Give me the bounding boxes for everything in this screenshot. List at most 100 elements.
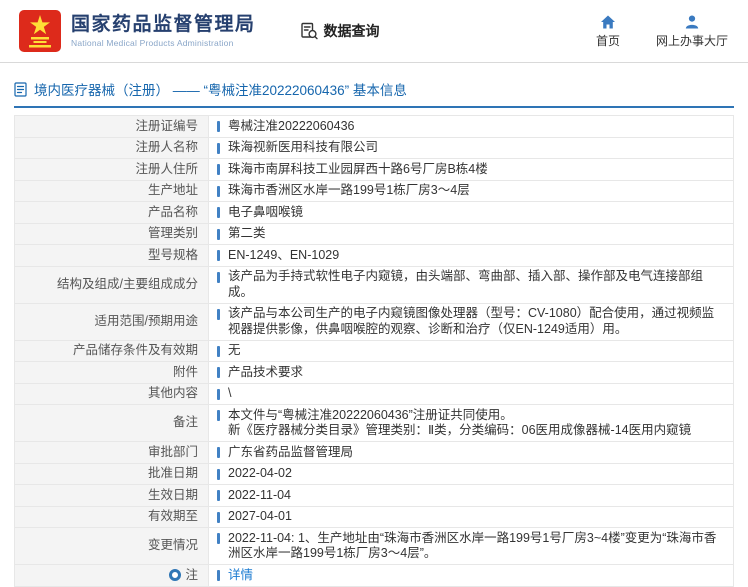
row-value: 详情 [209,565,733,586]
table-row: 有效期至 2027-04-01 [15,506,733,528]
table-row: 注册人住所 珠海市南屏科技工业园屏西十路6号厂房B栋4楼 [15,158,733,180]
table-row: 附件 产品技术要求 [15,361,733,383]
row-label-text: 生产地址 [148,183,198,199]
row-value-text: 珠海视新医用科技有限公司 [228,140,378,154]
table-row: 型号规格 EN-1249、EN-1029 [15,244,733,266]
row-label: 备注 [15,405,209,441]
row-label: 注册人住所 [15,159,209,180]
row-value-text: 广东省药品监督管理局 [228,445,353,459]
row-label-text: 适用范围/预期用途 [95,314,198,330]
data-query-menu[interactable]: 数据查询 [300,21,380,41]
row-label-text: 注册人名称 [135,140,198,156]
row-value-text: 粤械注准20222060436 [228,119,354,133]
row-label-text: 批准日期 [148,466,198,482]
row-value-text: \ [228,386,231,400]
nav-service-hall-label: 网上办事大厅 [656,32,728,49]
row-label: 结构及组成/主要组成成分 [15,267,209,303]
data-query-icon [300,22,318,40]
nav-home-label: 首页 [596,32,620,49]
row-value-text: 2027-04-01 [228,509,292,523]
home-icon [600,14,616,30]
row-value: EN-1249、EN-1029 [209,245,733,266]
row-value-text: 第二类 [228,226,266,240]
row-value: 珠海市南屏科技工业园屏西十路6号厂房B栋4楼 [209,159,733,180]
row-label-text: 型号规格 [148,248,198,264]
row-label-text: 管理类别 [148,226,198,242]
row-value: 该产品与本公司生产的电子内窥镜图像处理器（型号：CV-1080）配合使用，通过视… [209,304,733,340]
row-value-text: 产品技术要求 [228,365,303,379]
row-value: 本文件与“粤械注准20222060436”注册证共同使用。新《医疗器械分类目录》… [209,405,733,441]
row-value: 珠海视新医用科技有限公司 [209,138,733,159]
row-value-text: 珠海市南屏科技工业园屏西十路6号厂房B栋4楼 [228,162,488,176]
value-marker-icon [217,207,220,218]
page: 国家药品监督管理局 National Medical Products Admi… [0,0,748,572]
national-emblem-logo [18,9,62,53]
brand-text: 国家药品监督管理局 National Medical Products Admi… [71,14,256,48]
info-table: 注册证编号 粤械注准20222060436 注册人名称 珠海视新医用科技有限公司注册人… [14,115,734,587]
agency-subtitle: National Medical Products Administration [71,38,256,48]
row-label: 产品储存条件及有效期 [15,341,209,362]
row-label-text: 注册证编号 [135,119,198,135]
nav-service-hall[interactable]: 网上办事大厅 [656,14,728,49]
table-row: 管理类别 第二类 [15,223,733,245]
value-marker-icon [217,367,220,378]
row-value-text: 无 [228,343,241,357]
row-label: 注 [15,565,209,586]
nav-home[interactable]: 首页 [596,14,620,49]
row-value-text: 本文件与“粤械注准20222060436”注册证共同使用。 [228,408,513,422]
row-value: \ [209,384,733,405]
row-label: 有效期至 [15,507,209,528]
row-label: 管理类别 [15,224,209,245]
brand[interactable]: 国家药品监督管理局 National Medical Products Admi… [18,9,256,53]
row-value-text: 珠海市香洲区水岸一路199号1栋厂房3～4层 [228,183,470,197]
document-icon [14,82,27,97]
value-marker-icon [217,346,220,357]
row-value: 2022-11-04 [209,485,733,506]
site-header: 国家药品监督管理局 National Medical Products Admi… [0,0,748,62]
row-value-text: 2022-11-04 [228,488,291,502]
row-label: 注册证编号 [15,116,209,137]
value-marker-icon [217,186,220,197]
agency-title: 国家药品监督管理局 [71,14,256,36]
value-marker-icon [217,410,220,421]
table-row: 产品储存条件及有效期 无 [15,340,733,362]
table-row: 注 详情 [15,564,733,586]
row-value-text: 2022-04-02 [228,466,292,480]
person-icon [684,14,700,30]
value-marker-icon [217,164,220,175]
table-row: 注册证编号 粤械注准20222060436 [15,116,733,137]
row-value: 粤械注准20222060436 [209,116,733,137]
row-label-text: 结构及组成/主要组成成分 [57,277,198,293]
row-label-text: 有效期至 [148,509,198,525]
value-marker-icon [217,250,220,261]
row-label: 生效日期 [15,485,209,506]
row-label-text: 注 [185,568,198,584]
row-value: 2027-04-01 [209,507,733,528]
table-row: 适用范围/预期用途该产品与本公司生产的电子内窥镜图像处理器（型号：CV-1080… [15,303,733,340]
row-label: 生产地址 [15,181,209,202]
table-row: 生效日期 2022-11-04 [15,484,733,506]
row-value: 该产品为手持式软性电子内窥镜，由头端部、弯曲部、插入部、操作部及电气连接部组成。 [209,267,733,303]
row-label-text: 附件 [173,365,198,381]
value-marker-icon [217,512,220,523]
row-value-text: 该产品为手持式软性电子内窥镜，由头端部、弯曲部、插入部、操作部及电气连接部组成。 [228,269,703,299]
row-value: 无 [209,341,733,362]
row-label-text: 产品储存条件及有效期 [73,343,198,359]
value-marker-icon [217,490,220,501]
row-value: 2022-11-04: 1、生产地址由“珠海市香洲区水岸一路199号1号厂房3~… [209,528,733,564]
row-label: 批准日期 [15,464,209,485]
row-label-text: 生效日期 [148,488,198,504]
table-row: 批准日期 2022-04-02 [15,463,733,485]
row-value-text: 2022-11-04: 1、生产地址由“珠海市香洲区水岸一路199号1号厂房3~… [228,531,716,561]
row-value-text: 新《医疗器械分类目录》管理类别：Ⅱ类，分类编码：06医用成像器械-14医用内窥镜 [228,423,691,437]
row-value: 第二类 [209,224,733,245]
row-label: 附件 [15,362,209,383]
table-row: 结构及组成/主要组成成分 该产品为手持式软性电子内窥镜，由头端部、弯曲部、插入部、… [15,266,733,303]
row-label-text: 其他内容 [148,386,198,402]
row-label: 适用范围/预期用途 [15,304,209,340]
row-value: 2022-04-02 [209,464,733,485]
table-row: 生产地址 珠海市香洲区水岸一路199号1栋厂房3～4层 [15,180,733,202]
row-label: 注册人名称 [15,138,209,159]
row-label: 产品名称 [15,202,209,223]
detail-link[interactable]: 详情 [228,568,253,582]
